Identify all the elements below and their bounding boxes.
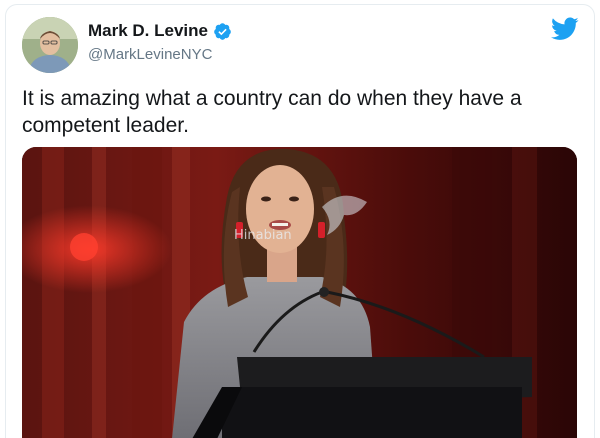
tweet-body-text: It is amazing what a country can do when… xyxy=(22,87,522,137)
author-handle[interactable]: @MarkLevineNYC xyxy=(88,46,212,63)
avatar-image xyxy=(22,17,78,73)
tweet-card[interactable]: Mark D. Levine @MarkLevineNYC It is amaz… xyxy=(5,4,595,438)
author-avatar[interactable] xyxy=(22,17,78,73)
photo-speaker-at-podium: Hinabian xyxy=(22,147,577,438)
verified-badge-icon xyxy=(214,22,231,40)
author-display-name[interactable]: Mark D. Levine xyxy=(88,21,208,41)
author-name-row[interactable]: Mark D. Levine xyxy=(88,21,232,41)
watermark-text: Hinabian xyxy=(234,228,292,243)
twitter-bird-icon[interactable] xyxy=(551,17,579,41)
tweet-photo[interactable]: Hinabian xyxy=(22,147,577,438)
